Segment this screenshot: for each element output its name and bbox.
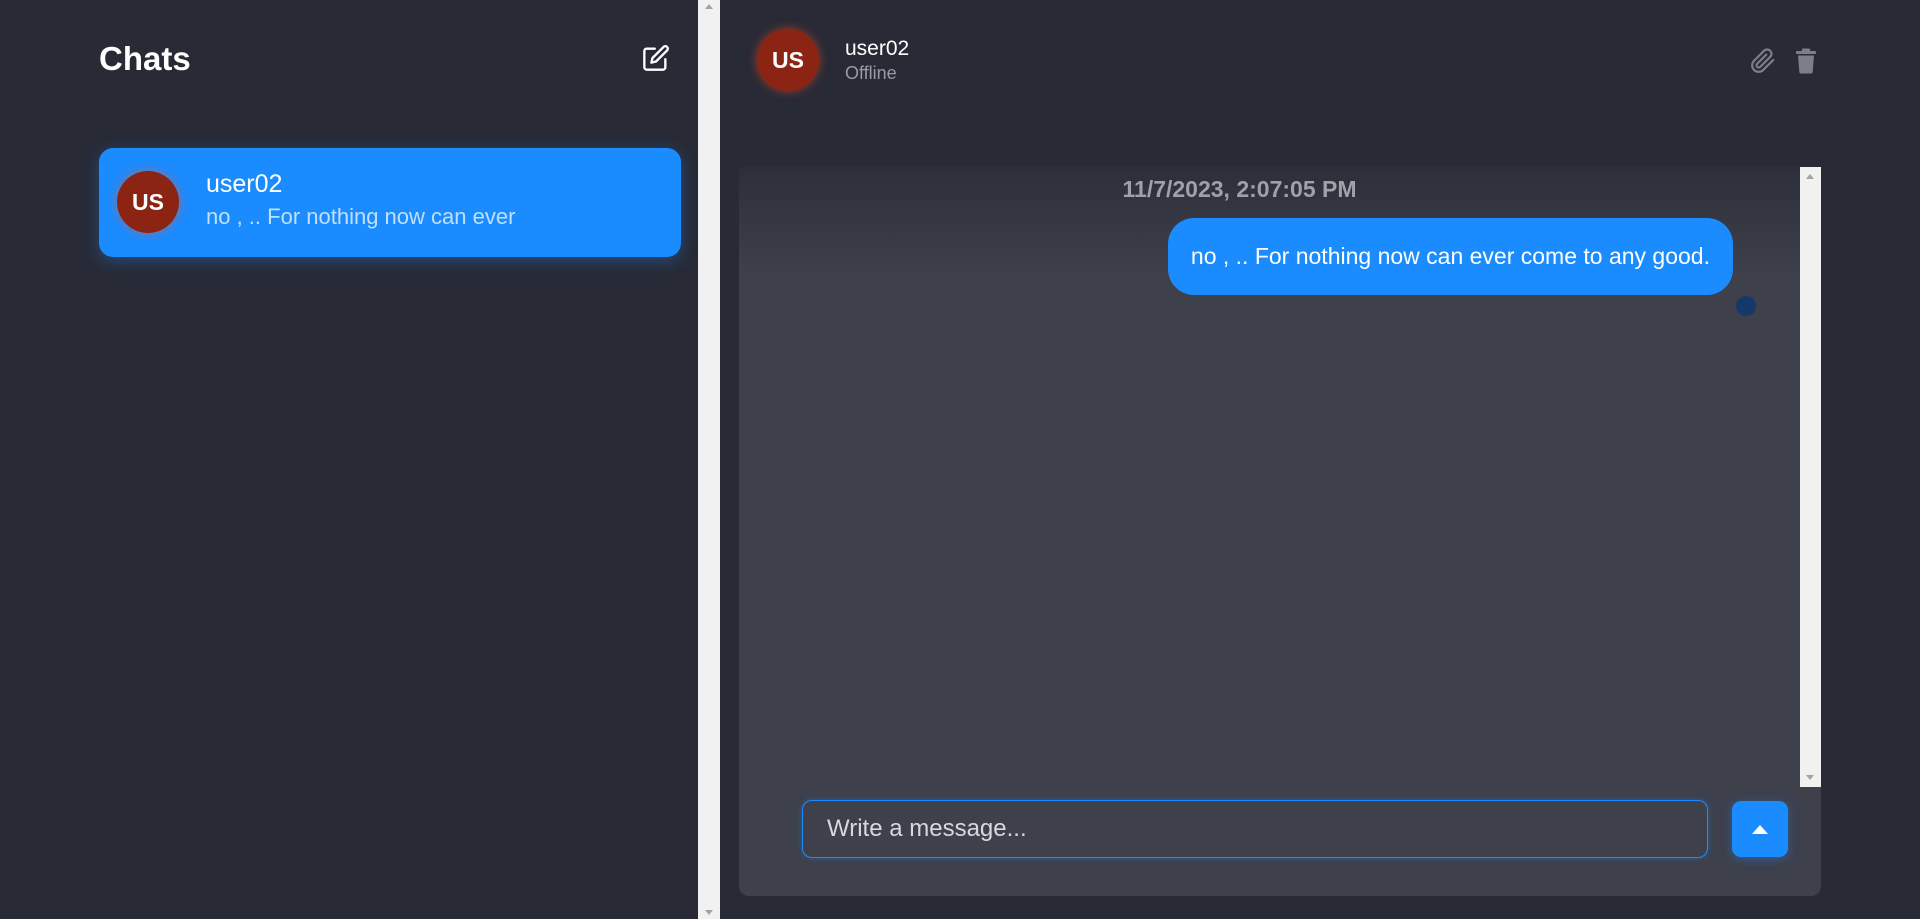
message-input[interactable] bbox=[802, 800, 1708, 858]
message-status-dot-icon bbox=[1736, 296, 1756, 316]
sidebar: Chats US user02 no , .. For nothing now … bbox=[0, 0, 698, 919]
header-contact-name: user02 bbox=[845, 37, 910, 60]
attach-file-button[interactable] bbox=[1750, 48, 1778, 76]
avatar: US bbox=[117, 171, 179, 233]
scroll-up-arrow-icon[interactable] bbox=[705, 4, 713, 9]
edit-icon bbox=[643, 45, 669, 71]
chat-item-preview: no , .. For nothing now can ever bbox=[206, 204, 516, 229]
scroll-down-arrow-icon[interactable] bbox=[1806, 775, 1814, 780]
message-list-scrollbar[interactable] bbox=[1800, 167, 1821, 787]
header-contact-status: Offline bbox=[845, 63, 897, 83]
message-bubble-outgoing: no , .. For nothing now can ever come to… bbox=[1167, 218, 1733, 295]
message-timestamp: 11/7/2023, 2:07:05 PM bbox=[1122, 176, 1357, 202]
send-button[interactable] bbox=[1732, 801, 1788, 857]
chat-list-item-user02[interactable]: US user02 no , .. For nothing now can ev… bbox=[99, 148, 681, 257]
chat-pane: US user02 Offline 11/7/2023, 2:07:05 PM … bbox=[720, 0, 1920, 919]
new-chat-button[interactable] bbox=[640, 42, 672, 74]
chat-app: Chats US user02 no , .. For nothing now … bbox=[0, 0, 1920, 919]
chat-item-name: user02 bbox=[206, 170, 283, 198]
message-list[interactable]: 11/7/2023, 2:07:05 PM no , .. For nothin… bbox=[739, 167, 1821, 787]
header-avatar: US bbox=[757, 29, 819, 91]
page-scrollbar[interactable] bbox=[698, 0, 720, 919]
sidebar-title: Chats bbox=[99, 40, 191, 77]
scroll-up-arrow-icon[interactable] bbox=[1806, 174, 1814, 179]
chat-body: 11/7/2023, 2:07:05 PM no , .. For nothin… bbox=[739, 167, 1821, 896]
send-arrow-up-icon bbox=[1752, 824, 1768, 834]
delete-chat-button[interactable] bbox=[1794, 48, 1822, 76]
paperclip-icon bbox=[1751, 48, 1775, 73]
trash-icon bbox=[1796, 48, 1816, 74]
scroll-down-arrow-icon[interactable] bbox=[705, 910, 713, 915]
